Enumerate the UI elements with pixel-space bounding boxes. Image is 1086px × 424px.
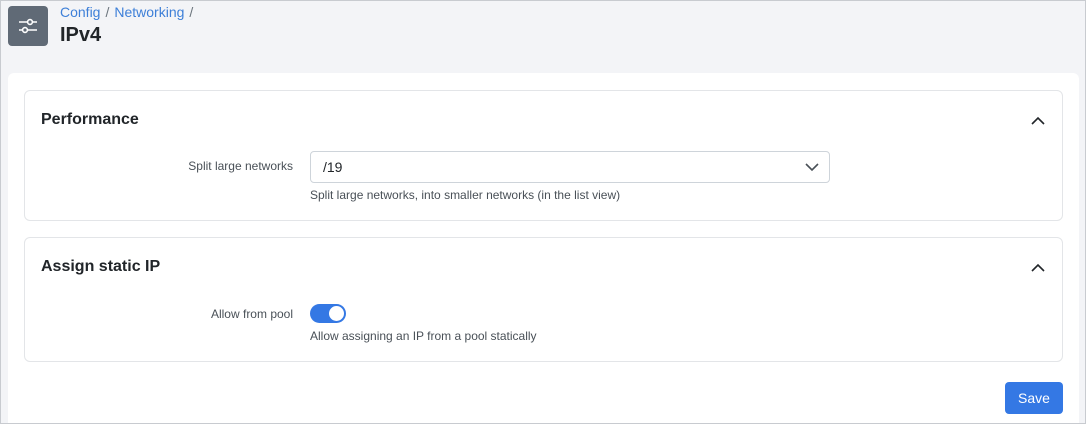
- save-button[interactable]: Save: [1005, 382, 1063, 414]
- chevron-up-icon: [1031, 116, 1045, 125]
- allow-from-pool-help: Allow assigning an IP from a pool static…: [310, 329, 537, 343]
- breadcrumb-config[interactable]: Config: [60, 4, 100, 20]
- performance-collapse-button[interactable]: [1028, 110, 1048, 130]
- split-large-networks-label: Split large networks: [188, 159, 293, 173]
- chevron-down-icon: [805, 163, 819, 172]
- allow-from-pool-toggle[interactable]: [310, 304, 346, 323]
- split-large-networks-value: /19: [323, 159, 343, 175]
- split-large-networks-select[interactable]: /19: [310, 151, 830, 183]
- chevron-up-icon: [1031, 263, 1045, 272]
- assign-static-ip-section-title: Assign static IP: [41, 258, 161, 275]
- performance-section-title: Performance: [41, 111, 139, 128]
- breadcrumb-separator: /: [189, 4, 194, 20]
- toggle-knob: [329, 306, 344, 321]
- allow-from-pool-label: Allow from pool: [210, 307, 293, 321]
- split-large-networks-help: Split large networks, into smaller netwo…: [310, 188, 621, 202]
- assign-static-ip-collapse-button[interactable]: [1028, 257, 1048, 277]
- performance-section: Performance Split large networks /19 Spl…: [24, 90, 1063, 221]
- breadcrumb-separator: /: [105, 4, 110, 20]
- breadcrumb: Config / Networking /: [60, 4, 198, 20]
- breadcrumb-networking[interactable]: Networking: [114, 4, 184, 20]
- sliders-icon: [8, 6, 48, 46]
- assign-static-ip-section: Assign static IP Allow from pool Allow a…: [24, 237, 1063, 362]
- page-title: IPv4: [60, 24, 102, 46]
